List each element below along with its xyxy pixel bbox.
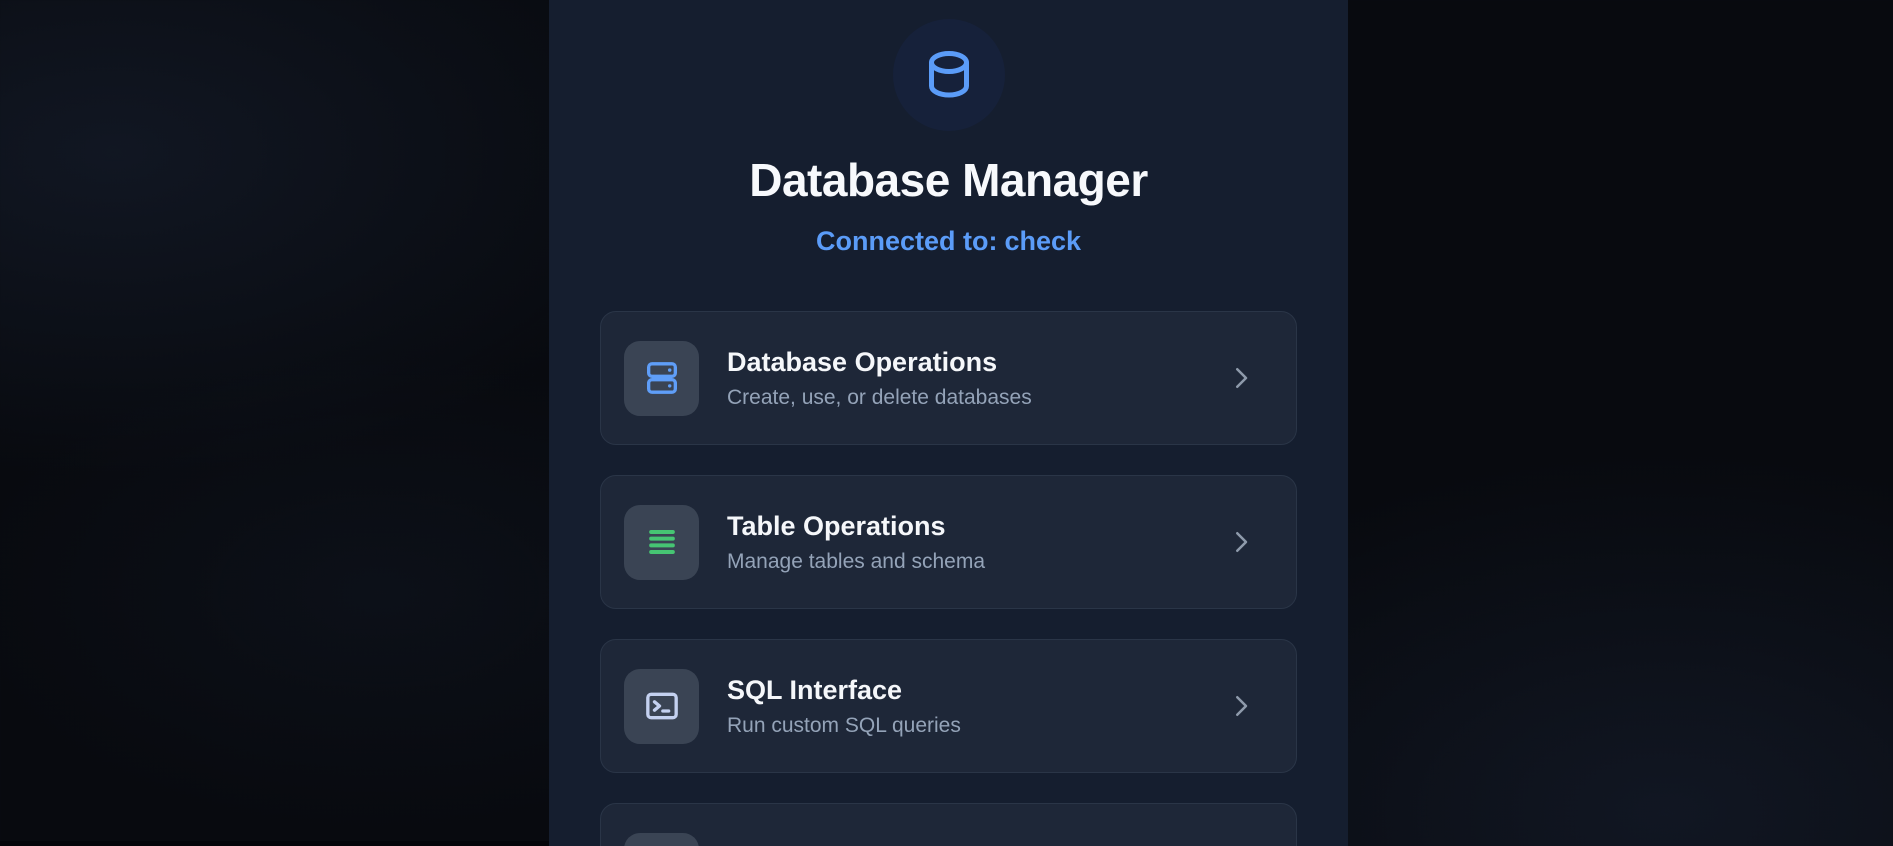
card-text: SQL Interface Run custom SQL queries xyxy=(727,675,961,737)
terminal-icon xyxy=(642,686,682,726)
main-panel: Database Manager Connected to: check Data… xyxy=(549,0,1348,846)
menu-item-database-operations[interactable]: Database Operations Create, use, or dele… xyxy=(600,311,1297,445)
page-title: Database Manager xyxy=(749,154,1148,206)
icon-box xyxy=(624,340,699,416)
database-cylinder-icon xyxy=(919,45,979,105)
card-title: Table Operations xyxy=(727,510,946,541)
icon-box xyxy=(624,668,699,744)
icon-box xyxy=(624,504,699,580)
connection-name: check xyxy=(1004,226,1082,256)
connection-prefix: Connected to: xyxy=(815,226,998,256)
menu-list: Database Operations Create, use, or dele… xyxy=(600,311,1297,846)
icon-box xyxy=(624,832,699,846)
menu-item-partial[interactable] xyxy=(600,803,1297,846)
card-description: Create, use, or delete databases xyxy=(727,385,1032,409)
app-logo xyxy=(892,19,1005,131)
chevron-right-icon xyxy=(1226,527,1256,557)
server-stack-icon xyxy=(642,358,682,398)
card-description: Manage tables and schema xyxy=(727,549,985,573)
card-title: SQL Interface xyxy=(727,674,903,705)
chevron-right-icon xyxy=(1226,363,1256,393)
menu-item-table-operations[interactable]: Table Operations Manage tables and schem… xyxy=(600,475,1297,609)
card-text: Table Operations Manage tables and schem… xyxy=(727,511,985,573)
chevron-right-icon xyxy=(1226,691,1256,721)
menu-item-sql-interface[interactable]: SQL Interface Run custom SQL queries xyxy=(600,639,1297,773)
rows-icon xyxy=(642,522,682,562)
bottom-edge xyxy=(0,841,549,846)
connection-status: Connected to: check xyxy=(816,228,1081,255)
card-description: Run custom SQL queries xyxy=(727,713,961,737)
card-title: Database Operations xyxy=(727,346,998,377)
card-text: Database Operations Create, use, or dele… xyxy=(727,347,1032,409)
